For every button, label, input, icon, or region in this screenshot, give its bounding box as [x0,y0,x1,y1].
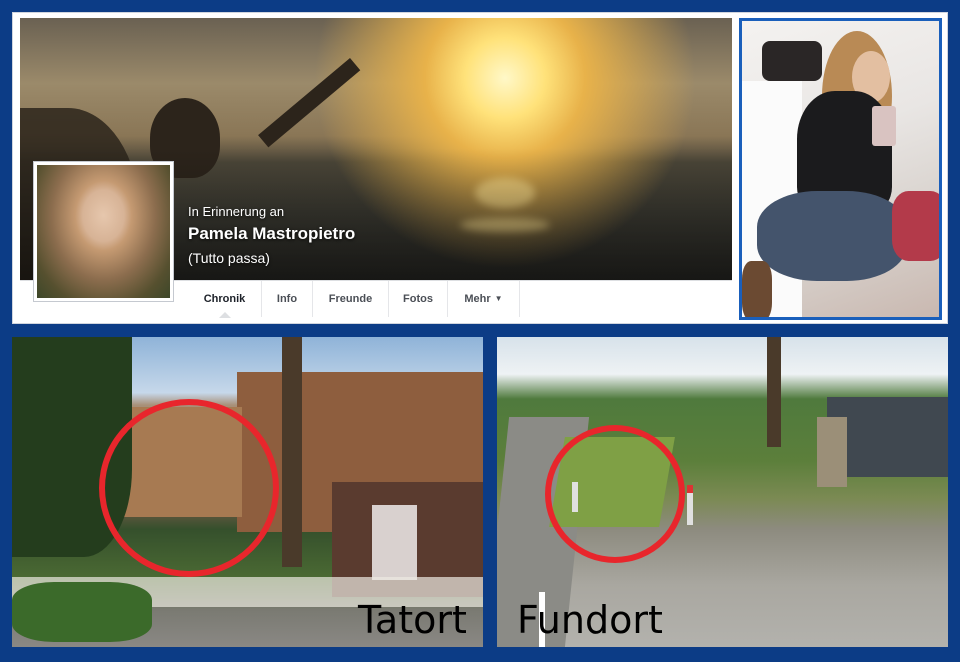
tab-chronik[interactable]: Chronik [188,281,262,318]
boots [742,261,772,317]
crime-scene-marker-circle [99,399,279,577]
profile-photo-image [37,165,170,298]
smartphone [872,106,896,146]
profile-tagline: (Tutto passa) [188,250,270,266]
tree-trunk [767,337,781,447]
profile-picture[interactable] [33,161,174,302]
selfie-photo [739,18,942,320]
profile-name[interactable]: Pamela Mastropietro [188,224,355,244]
roadside-post [687,485,693,525]
fundort-label: Fundort [517,598,663,642]
active-tab-indicator [218,312,231,318]
jeans [757,191,907,281]
gate-pillar [817,417,847,487]
bushes [12,582,152,642]
tab-mehr[interactable]: Mehr ▼ [448,281,520,317]
person-silhouette-arm [258,58,361,148]
tab-freunde[interactable]: Freunde [313,281,389,317]
tab-info[interactable]: Info [262,281,313,317]
tab-fotos[interactable]: Fotos [389,281,448,317]
kiosk-sign [372,505,417,580]
memorial-label: In Erinnerung an [188,204,285,219]
handbag [762,41,822,81]
discovery-site-marker-circle [545,425,685,563]
chevron-down-icon: ▼ [494,294,503,303]
tatort-label: Tatort [358,598,467,642]
tree-trunk [282,337,302,567]
red-fabric [892,191,939,261]
